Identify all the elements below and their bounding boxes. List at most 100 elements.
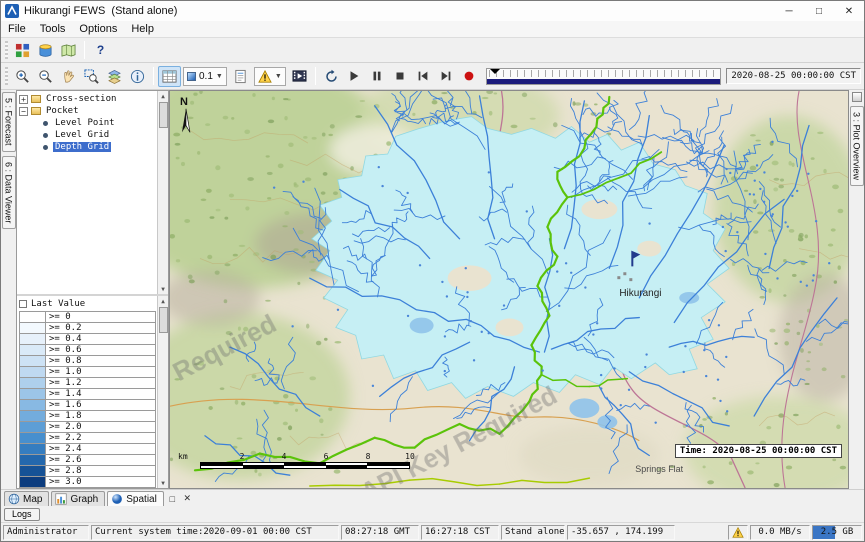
expand-icon[interactable]: + <box>19 95 28 104</box>
loop-icon <box>324 69 339 84</box>
zoom-area-button[interactable] <box>80 66 103 87</box>
tab-graph[interactable]: Graph <box>51 491 105 506</box>
scroll-up-icon[interactable]: ▲ <box>161 91 165 101</box>
tree-leaf-label: Level Point <box>53 118 117 128</box>
map-scale-bar: km 2 4 6 8 10 <box>178 452 423 474</box>
legend-row: >= 0.2 <box>20 323 156 334</box>
warnings-combo[interactable]: ▼ <box>254 67 286 86</box>
menu-tools[interactable]: Tools <box>33 22 73 36</box>
tab-graph-label: Graph <box>70 494 98 505</box>
scroll-down-icon[interactable]: ▼ <box>161 478 165 488</box>
tree-leaf-level-point[interactable]: Level Point <box>19 117 156 129</box>
report-button[interactable] <box>229 66 252 87</box>
scroll-thumb[interactable] <box>159 102 168 128</box>
legend-scrollbar[interactable]: ▲ ▼ <box>157 296 168 488</box>
area-label: Springs Flat <box>635 464 683 474</box>
collapse-icon[interactable]: − <box>19 107 28 116</box>
toolbar-grip <box>5 41 8 59</box>
menu-help[interactable]: Help <box>124 22 161 36</box>
skip-start-button[interactable] <box>412 66 435 87</box>
legend-value-label: >= 1.0 <box>46 367 156 378</box>
tree-node-cross-section[interactable]: + Cross-section <box>19 93 156 105</box>
legend-value-label: >= 0 <box>46 312 156 323</box>
contour-interval-combo[interactable]: 0.1 ▼ <box>183 67 227 86</box>
legend-value-label: >= 3.0 <box>46 477 156 488</box>
status-warning[interactable] <box>728 525 748 540</box>
movie-icon <box>292 69 307 83</box>
panel-tab-data-viewer[interactable]: 6 : Data Viewer <box>2 156 16 229</box>
legend-value-label: >= 2.8 <box>46 466 156 477</box>
pan-button[interactable] <box>57 66 80 87</box>
info-button[interactable] <box>126 66 149 87</box>
legend-color-swatch <box>20 477 46 488</box>
skip-end-icon <box>439 69 453 83</box>
legend-row: >= 1.8 <box>20 411 156 422</box>
main-area: 5 : Forecast 6 : Data Viewer + Cross-sec… <box>1 90 864 489</box>
legend-color-swatch <box>20 334 46 345</box>
minimize-button[interactable]: ─ <box>774 1 804 21</box>
export-movie-button[interactable] <box>288 66 311 87</box>
last-value-checkbox[interactable] <box>19 300 27 308</box>
legend-color-swatch <box>20 323 46 334</box>
database-button[interactable] <box>34 40 57 61</box>
record-button[interactable] <box>458 66 481 87</box>
toolbar-grip <box>5 67 8 85</box>
grid-display-button[interactable] <box>158 66 181 87</box>
loop-animation-button[interactable] <box>320 66 343 87</box>
legend-row: >= 0.6 <box>20 345 156 356</box>
tree-leaf-level-grid[interactable]: Level Grid <box>19 129 156 141</box>
legend-header: Last Value <box>19 297 156 311</box>
panel-overview-icon[interactable] <box>852 92 862 102</box>
menu-file[interactable]: File <box>1 22 33 36</box>
panel-maximize-button[interactable]: □ <box>166 492 179 505</box>
play-button[interactable] <box>343 66 366 87</box>
panel-tab-forecast[interactable]: 5 : Forecast <box>2 92 16 152</box>
warning-icon <box>732 527 744 538</box>
tab-map[interactable]: Map <box>4 491 49 506</box>
map-canvas[interactable]: Hikurangi Springs Flat API Key Required … <box>170 91 848 488</box>
zoom-in-icon <box>15 69 30 84</box>
explorer-button[interactable] <box>11 40 34 61</box>
scroll-thumb[interactable] <box>159 307 168 333</box>
timeline-slider[interactable] <box>486 68 722 85</box>
maximize-button[interactable]: □ <box>804 1 834 21</box>
skip-end-button[interactable] <box>435 66 458 87</box>
layers-button[interactable] <box>103 66 126 87</box>
warning-icon <box>258 70 272 83</box>
panel-tab-plot-overview[interactable]: 3 : Plot Overview <box>850 106 864 186</box>
map-view[interactable]: Hikurangi Springs Flat API Key Required … <box>169 90 849 489</box>
pause-button[interactable] <box>366 66 389 87</box>
legend-row: >= 1.2 <box>20 378 156 389</box>
legend-color-swatch <box>20 367 46 378</box>
tree-leaf-depth-grid[interactable]: Depth Grid <box>19 141 156 153</box>
layer-tree: + Cross-section − Pocket Level Point Lev… <box>17 91 168 296</box>
tab-map-label: Map <box>23 494 42 505</box>
layers-icon <box>107 69 122 84</box>
tab-spatial[interactable]: Spatial <box>107 491 164 506</box>
folded-map-icon <box>61 43 76 58</box>
legend-row: >= 1.0 <box>20 367 156 378</box>
map-toolbar: 0.1 ▼ ▼ <box>1 63 864 90</box>
town-label: Hikurangi <box>619 288 661 299</box>
legend-value-label: >= 0.8 <box>46 356 156 367</box>
statusbar: Administrator Current system time:2020-0… <box>1 522 864 541</box>
legend-color-swatch <box>20 389 46 400</box>
legend-row: >= 2.4 <box>20 444 156 455</box>
map-document-button[interactable] <box>57 40 80 61</box>
panel-close-button[interactable]: ✕ <box>181 492 194 505</box>
main-toolbar: ? <box>1 38 864 63</box>
help-button[interactable]: ? <box>89 40 112 61</box>
zoom-in-button[interactable] <box>11 66 34 87</box>
close-button[interactable]: ✕ <box>834 1 864 21</box>
legend-color-swatch <box>20 400 46 411</box>
zoom-area-icon <box>84 69 99 84</box>
scroll-down-icon[interactable]: ▼ <box>161 284 165 294</box>
scroll-up-icon[interactable]: ▲ <box>161 296 165 306</box>
logs-button[interactable]: Logs <box>4 508 40 521</box>
zoom-out-button[interactable] <box>34 66 57 87</box>
tree-node-pocket[interactable]: − Pocket <box>19 105 156 117</box>
stop-button[interactable] <box>389 66 412 87</box>
tree-scrollbar[interactable]: ▲ ▼ <box>157 91 168 294</box>
timeline-current-marker[interactable] <box>490 69 500 79</box>
menu-options[interactable]: Options <box>72 22 124 36</box>
